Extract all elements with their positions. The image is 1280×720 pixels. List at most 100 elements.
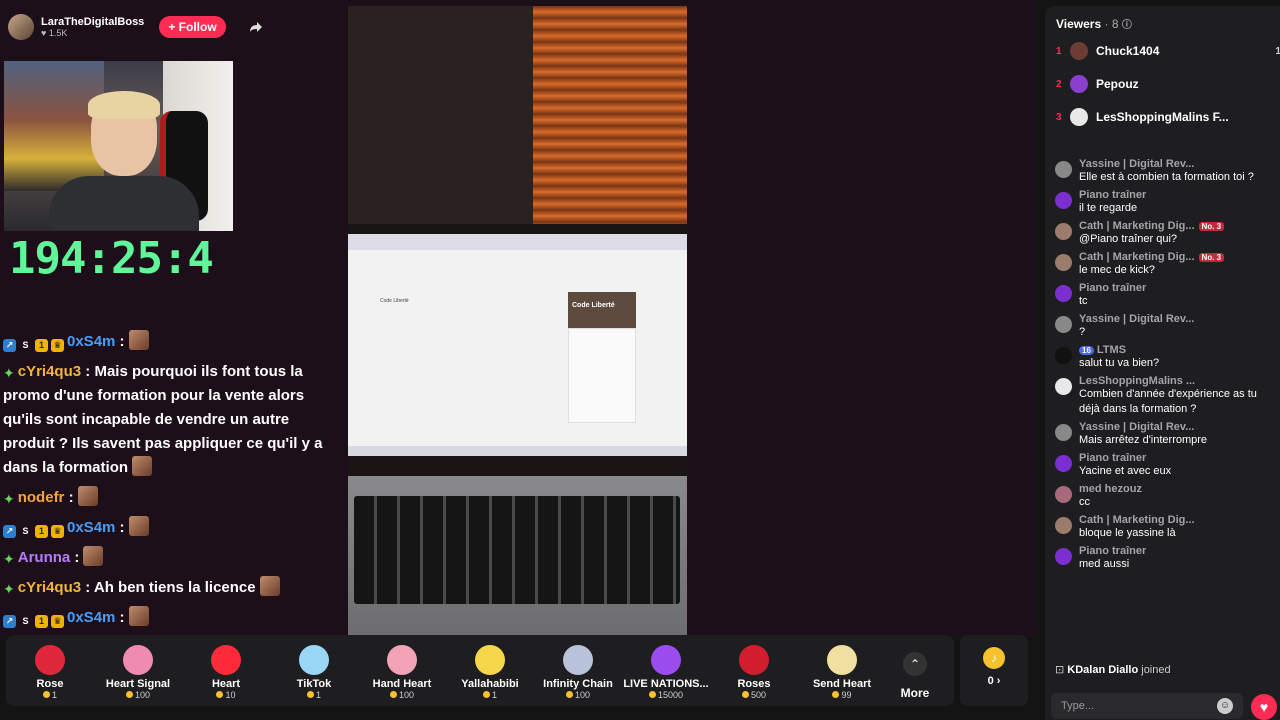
gift-item[interactable]: Rose 1 [6,645,94,700]
message-username[interactable]: Yassine | Digital Rev... [1079,313,1194,325]
message-avatar[interactable] [1055,223,1072,240]
chat-message[interactable]: Piano traîner tc [1045,282,1280,309]
message-avatar[interactable] [1055,161,1072,178]
chat-message[interactable]: Yassine | Digital Rev...? [1045,313,1280,340]
chat-message[interactable]: Yassine | Digital Rev... Elle est à combi… [1045,158,1280,185]
gift-item[interactable]: Heart 10 [182,645,270,700]
chat-username[interactable]: 0xS4m [67,333,115,350]
gift-item[interactable]: TikTok 1 [270,645,358,700]
more-gifts-button[interactable]: ⌃ More [886,652,944,700]
viewers-header[interactable]: Viewers · 8 ⓘ [1056,16,1132,31]
message-username[interactable]: Cath | Marketing Dig... No. 3 [1079,251,1225,263]
viewer-row[interactable]: 2Pepouz5 [1056,75,1280,93]
message-avatar[interactable] [1055,455,1072,472]
chat-message[interactable]: Cath | Marketing Dig... No. 3 @Piano traîn… [1045,220,1280,247]
gift-price: 1 [446,690,534,700]
streamer-avatar[interactable] [8,14,34,40]
chat-message[interactable]: 16 LTMS salut tu va bien? [1045,344,1280,371]
message-text: Mais arrêtez d'interrompre [1079,434,1208,446]
message-avatar[interactable] [1055,378,1072,395]
chat-line: ↗ S 1 ♛ 0xS4m : [3,330,343,354]
chat-message[interactable]: med hezouz cc [1045,483,1280,510]
message-username[interactable]: Piano traîner [1079,189,1146,201]
rank-badge-icon: ↗ [3,339,16,352]
chat-message[interactable]: LesShoppingMalins ... Combien d'année d'e… [1045,375,1280,417]
gift-item[interactable]: Roses 500 [710,645,798,700]
gift-item[interactable]: LIVE NATIONS... 15000 [622,645,710,700]
message-body: Yassine | Digital Rev... Mais arrêtez d'i… [1079,421,1207,448]
gift-item[interactable]: Hand Heart 100 [358,645,446,700]
message-username[interactable]: Piano traîner [1079,452,1171,464]
chat-input-box[interactable]: ☺ [1051,693,1243,719]
coin-icon [832,691,840,698]
message-avatar[interactable] [1055,254,1072,271]
gift-item[interactable]: Heart Signal 100 [94,645,182,700]
message-avatar[interactable] [1055,347,1072,364]
viewer-row[interactable]: 1 Chuck1404 11 [1056,42,1280,60]
message-text: le mec de kick? [1079,264,1155,276]
chat-line: ✦ cYri4qu3 : Ah ben tiens la licence [3,576,343,600]
stream-video[interactable]: LaraTheDigitalBoss ♥ 1.5K + Follow 194:2… [0,0,1035,635]
coin-balance-button[interactable]: ♪ 0 › [960,635,1028,706]
chat-message[interactable]: Cath | Marketing Dig... bloque le yassine… [1045,514,1280,541]
message-avatar[interactable] [1055,517,1072,534]
chat-username[interactable]: cYri4qu3 [18,579,81,596]
coin-icon [648,691,656,698]
chat-sidebar: Viewers · 8 ⓘ 1Chuck140411 2Pepouz5 3LesSh… [1045,6,1280,720]
gift-price: 100 [534,690,622,700]
gift-name: Heart Signal [105,678,171,690]
chat-username[interactable]: nodefr [18,489,65,506]
share-icon[interactable] [249,20,263,34]
send-heart-button[interactable]: ♥ [1251,694,1277,720]
message-avatar[interactable] [1055,316,1072,333]
message-text: Yacine et avec eux [1079,465,1172,477]
chat-messages[interactable]: Yassine | Digital Rev... Elle est à combi… [1045,158,1280,576]
message-username[interactable]: Cath | Marketing Dig... No. 3 [1079,220,1225,232]
chat-text: : [74,549,80,566]
coin-balance: 0 › [987,675,1001,687]
message-avatar[interactable] [1055,424,1072,441]
gift-price-value: 15000 [657,690,684,700]
viewer-count: · 8 [1104,17,1119,31]
gift-item[interactable]: Send Heart 99 [798,645,886,700]
chat-message[interactable]: Yassine | Digital Rev... Mais arrêtez d'i… [1045,421,1280,448]
chat-line: ✦ Arunna : [3,546,343,570]
message-username[interactable]: Piano traîner [1079,545,1146,557]
gift-item[interactable]: Infinity Chain 100 [534,645,622,700]
emoji-icon[interactable]: ☺ [1217,698,1233,714]
message-username[interactable]: Cath | Marketing Dig... [1079,514,1195,526]
message-avatar[interactable] [1055,192,1072,209]
message-username[interactable]: med hezouz [1079,483,1142,495]
message-username[interactable]: Yassine | Digital Rev... [1079,158,1254,170]
chat-username[interactable]: cYri4qu3 [18,363,81,380]
chat-message[interactable]: Cath | Marketing Dig... No. 3 le mec de ki… [1045,251,1280,278]
chat-username[interactable]: Arunna [18,549,71,566]
follow-button[interactable]: + Follow [159,16,226,38]
message-avatar[interactable] [1055,548,1072,565]
chat-username[interactable]: 0xS4m [67,519,115,536]
chat-message[interactable]: Piano traîner med aussi [1045,545,1280,572]
message-body: 16 LTMS salut tu va bien? [1079,344,1159,371]
help-icon[interactable]: ⓘ [1122,20,1132,31]
message-avatar[interactable] [1055,285,1072,302]
chat-message[interactable]: Piano traîner Yacine et avec eux [1045,452,1280,479]
message-username[interactable]: 16 LTMS [1079,344,1159,356]
message-username-text: Piano traîner [1079,545,1147,557]
viewer-row[interactable]: 3 LesShoppingMalins F... [1056,108,1280,126]
message-avatar[interactable] [1055,486,1072,503]
message-username[interactable]: Yassine | Digital Rev... [1079,421,1207,433]
viewer-name: Pepouz [1096,77,1139,91]
streamer-name[interactable]: LaraTheDigitalBoss [41,16,144,28]
chat-input[interactable] [1061,700,1201,712]
message-body: Piano traîner med aussi [1079,545,1146,572]
gift-price-value: 100 [574,690,591,700]
gift-name: Heart [211,678,241,690]
camera-feed: Code Liberté Code Liberté [348,6,687,635]
message-username[interactable]: Piano traîner [1079,282,1146,294]
gift-item[interactable]: Yallahabibi 1 [446,645,534,700]
message-username[interactable]: LesShoppingMalins ... [1079,375,1274,387]
gift-name: TikTok [296,678,332,690]
emote-icon [259,576,280,596]
chat-username[interactable]: 0xS4m [67,609,115,626]
chat-message[interactable]: Piano traîner il te regarde [1045,189,1280,216]
